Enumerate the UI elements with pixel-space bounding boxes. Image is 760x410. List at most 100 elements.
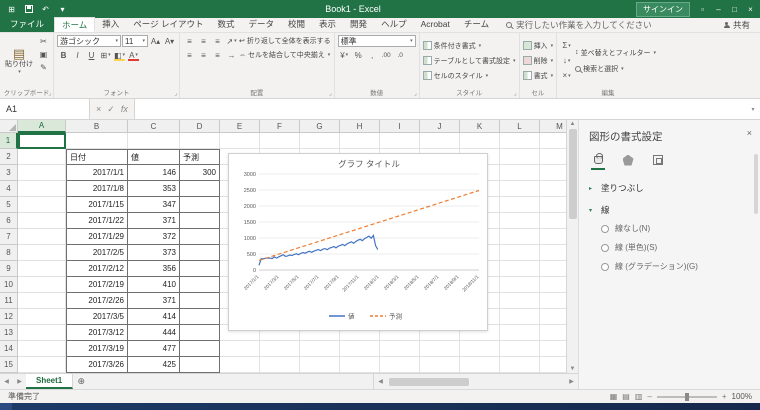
cell[interactable]	[500, 229, 540, 245]
insert-function-icon[interactable]: fx	[121, 104, 128, 114]
row-header[interactable]: 10	[0, 277, 18, 293]
cell[interactable]	[540, 245, 566, 261]
formula-bar-expand-icon[interactable]: ▾	[746, 99, 760, 119]
align-bottom-icon[interactable]: ≡	[211, 35, 224, 47]
cell[interactable]	[540, 261, 566, 277]
cell[interactable]	[18, 229, 66, 245]
insert-cells-button[interactable]: 挿入 ▾	[522, 40, 553, 52]
cell[interactable]: 2017/2/26	[66, 293, 128, 309]
row-header[interactable]: 9	[0, 261, 18, 277]
cell[interactable]: 414	[128, 309, 180, 325]
cell[interactable]	[300, 341, 340, 357]
cell[interactable]	[260, 357, 300, 373]
cell[interactable]	[180, 357, 220, 373]
start-button[interactable]	[0, 403, 12, 410]
sheet-nav-right-icon[interactable]: ▶	[13, 374, 26, 389]
sheet-nav-left-icon[interactable]: ◀	[0, 374, 13, 389]
paste-button[interactable]: ▤ 貼り付け ▾	[3, 35, 35, 86]
cell[interactable]	[66, 133, 128, 149]
ribbon-tab[interactable]: 挿入	[95, 17, 126, 32]
cell[interactable]	[18, 197, 66, 213]
clipboard-dialog-launcher-icon[interactable]: ⌟	[48, 90, 51, 97]
sort-filter-button[interactable]: ↕ 並べ替えとフィルター ▾	[575, 47, 656, 59]
cell[interactable]	[18, 245, 66, 261]
cell[interactable]	[500, 213, 540, 229]
format-painter-icon[interactable]: ✎	[37, 61, 50, 73]
cell[interactable]	[540, 293, 566, 309]
align-left-icon[interactable]: ≡	[183, 49, 196, 61]
indent-icon[interactable]: →	[225, 49, 238, 61]
cell[interactable]: 2017/1/15	[66, 197, 128, 213]
cell[interactable]: 353	[128, 181, 180, 197]
cell[interactable]	[500, 133, 540, 149]
row-header[interactable]: 3	[0, 165, 18, 181]
column-header[interactable]: M	[540, 120, 566, 133]
cell[interactable]	[500, 309, 540, 325]
ribbon-tab[interactable]: 表示	[312, 17, 343, 32]
ribbon-tab[interactable]: ホーム	[54, 17, 96, 32]
font-color-icon[interactable]: A ▾	[127, 49, 140, 61]
cell[interactable]	[180, 229, 220, 245]
cell[interactable]	[540, 325, 566, 341]
italic-button[interactable]: I	[71, 49, 84, 61]
font-dialog-launcher-icon[interactable]: ⌟	[174, 90, 177, 97]
radio-option[interactable]: 線 (グラデーション)(G)	[579, 257, 760, 276]
cell[interactable]	[220, 133, 260, 149]
row-header[interactable]: 1	[0, 133, 18, 149]
column-header[interactable]: J	[420, 120, 460, 133]
ribbon-tab[interactable]: 数式	[210, 17, 241, 32]
formula-input[interactable]	[134, 99, 746, 119]
hscroll-left-icon[interactable]: ◀	[374, 378, 387, 385]
cell[interactable]	[128, 133, 180, 149]
enter-formula-icon[interactable]: ✓	[107, 104, 115, 115]
cell[interactable]	[18, 133, 66, 149]
cell[interactable]	[500, 245, 540, 261]
column-header[interactable]: H	[340, 120, 380, 133]
tab-file[interactable]: ファイル	[0, 17, 55, 32]
cell[interactable]: 372	[128, 229, 180, 245]
size-properties-tab[interactable]	[651, 153, 665, 167]
cell[interactable]	[180, 181, 220, 197]
row-header[interactable]: 8	[0, 245, 18, 261]
column-header[interactable]: A	[18, 120, 66, 133]
horizontal-scrollbar[interactable]: ◀ ▶	[373, 374, 578, 389]
radio-icon[interactable]	[601, 224, 609, 233]
cell[interactable]: 2017/2/19	[66, 277, 128, 293]
column-header[interactable]: K	[460, 120, 500, 133]
font-name-select[interactable]: 游ゴシック ▾	[57, 35, 121, 47]
ribbon-tab[interactable]: チーム	[457, 17, 496, 32]
cell[interactable]	[18, 341, 66, 357]
undo-icon[interactable]: ↶	[38, 2, 53, 16]
column-header[interactable]: L	[500, 120, 540, 133]
maximize-button[interactable]: □	[727, 2, 742, 16]
cell[interactable]	[18, 277, 66, 293]
radio-icon[interactable]	[601, 262, 609, 271]
horizontal-scroll-thumb[interactable]	[389, 377, 469, 386]
qat-dropdown-icon[interactable]: ▾	[55, 2, 70, 16]
cell[interactable]	[500, 165, 540, 181]
cell[interactable]	[380, 341, 420, 357]
cell[interactable]	[420, 357, 460, 373]
format-as-table-button[interactable]: テーブルとして書式設定 ▾	[422, 55, 516, 67]
minimize-button[interactable]: –	[711, 2, 726, 16]
row-header[interactable]: 11	[0, 293, 18, 309]
ribbon-tab[interactable]: 校閲	[281, 17, 312, 32]
cell[interactable]: 2017/3/19	[66, 341, 128, 357]
cell[interactable]	[540, 165, 566, 181]
cell[interactable]	[460, 357, 500, 373]
cell[interactable]	[420, 341, 460, 357]
cell[interactable]	[540, 357, 566, 373]
vertical-scrollbar[interactable]: ▲ ▼	[566, 120, 578, 373]
cell[interactable]	[500, 357, 540, 373]
vertical-scroll-thumb[interactable]	[568, 129, 577, 219]
cell[interactable]: 2017/1/1	[66, 165, 128, 181]
column-header[interactable]: G	[300, 120, 340, 133]
page-layout-view-button[interactable]: ▤	[622, 392, 630, 401]
cell[interactable]	[220, 341, 260, 357]
ribbon-tab[interactable]: Acrobat	[414, 17, 457, 32]
row-header[interactable]: 5	[0, 197, 18, 213]
cell[interactable]	[180, 261, 220, 277]
pane-close-icon[interactable]: ×	[747, 128, 752, 138]
bold-button[interactable]: B	[57, 49, 70, 61]
cell[interactable]: 444	[128, 325, 180, 341]
